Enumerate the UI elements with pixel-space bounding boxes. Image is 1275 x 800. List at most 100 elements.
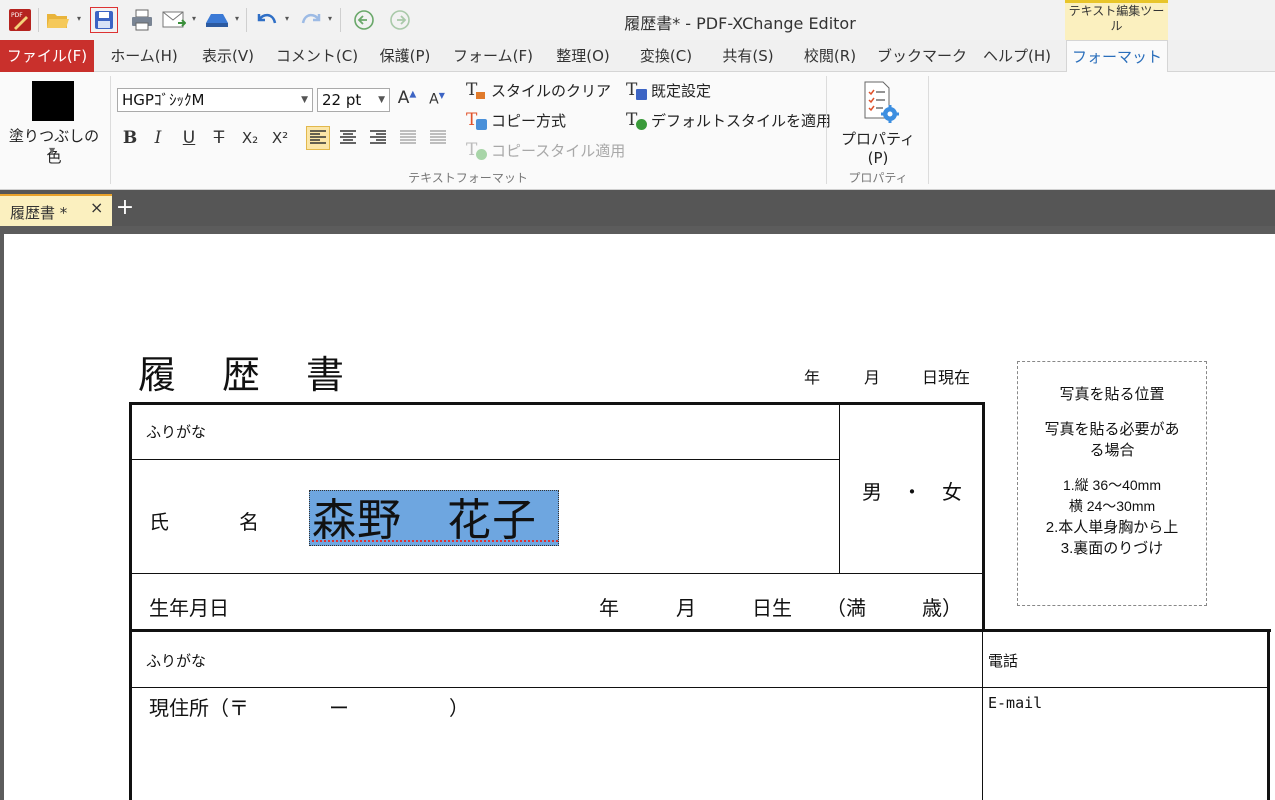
scan-icon[interactable] — [202, 7, 232, 33]
underline-button[interactable]: U — [177, 126, 201, 150]
copy-style-apply-button[interactable]: T コピースタイル適用 — [466, 138, 625, 162]
tab-file[interactable]: ファイル(F) — [0, 40, 94, 72]
forward-icon[interactable] — [386, 7, 414, 33]
superscript-button[interactable]: X² — [268, 126, 292, 150]
back-icon[interactable] — [350, 7, 378, 33]
copy-method-button[interactable]: T コピー方式 — [466, 108, 566, 132]
subscript-button[interactable]: X₂ — [238, 126, 262, 150]
date-month-label: 月 — [864, 368, 881, 387]
window-title: 履歴書* - PDF-XChange Editor — [624, 14, 856, 33]
furigana-label: ふりがな — [146, 423, 207, 441]
apply-default-style-icon: T — [626, 110, 648, 130]
chevron-down-icon[interactable]: ▾ — [235, 15, 241, 23]
ribbon-separator — [826, 76, 827, 184]
print-icon[interactable] — [128, 7, 156, 33]
photo-rule-width: 横 24～30mm — [1068, 498, 1156, 514]
grow-font-button[interactable]: A▲ — [396, 88, 418, 110]
tab-format[interactable]: フォーマット — [1066, 40, 1168, 73]
arrow-up-icon: ▲ — [409, 89, 417, 100]
phone-label: 電話 — [988, 652, 1019, 670]
page-title: 履 歴 書 — [138, 353, 349, 397]
tab-help[interactable]: ヘルプ(H) — [976, 40, 1058, 72]
arrow-down-icon: ▼ — [438, 91, 445, 100]
justify-button[interactable] — [396, 126, 420, 150]
clear-style-icon: T — [466, 80, 488, 100]
align-center-icon — [340, 130, 356, 144]
align-right-button[interactable] — [366, 126, 390, 150]
copy-style-apply-label: コピースタイル適用 — [491, 141, 626, 160]
font-size-select[interactable]: 22 pt ▼ — [317, 88, 390, 112]
photo-rule-glue: 3.裏面のりづけ — [1060, 540, 1164, 557]
chevron-down-icon[interactable]: ▼ — [49, 146, 55, 155]
save-icon[interactable] — [90, 7, 118, 33]
properties-button[interactable]: プロパティ(P) — [832, 76, 924, 167]
age-close-label: 歳） — [922, 596, 962, 620]
open-folder-icon[interactable] — [44, 7, 72, 33]
tab-convert[interactable]: 変換(C) — [628, 40, 704, 72]
chevron-down-icon[interactable]: ▾ — [192, 15, 198, 23]
tab-comment[interactable]: コメント(C) — [272, 40, 362, 72]
tab-view[interactable]: 表示(V) — [190, 40, 266, 72]
table-divider — [982, 631, 983, 800]
chevron-down-icon[interactable]: ▾ — [77, 15, 83, 23]
fill-color-swatch[interactable] — [32, 81, 74, 121]
photo-note-line2: る場合 — [1089, 442, 1135, 459]
menu-bar: ファイル(F) ホーム(H) 表示(V) コメント(C) 保護(P) フォーム(… — [0, 40, 1275, 73]
tab-share[interactable]: 共有(S) — [710, 40, 786, 72]
apply-default-style-button[interactable]: T デフォルトスタイルを適用 — [626, 108, 831, 132]
clear-style-button[interactable]: T スタイルのクリア — [466, 78, 611, 102]
name-label-second: 名 — [239, 510, 259, 534]
bold-button[interactable]: B — [118, 126, 142, 150]
document-viewer[interactable]: 履 歴 書 年 月 日現在 ふりがな 氏 名 男 ・ 女 生年月日 年 月 日生… — [0, 226, 1275, 800]
app-logo-icon[interactable]: PDF — [7, 7, 33, 33]
photo-title: 写真を貼る位置 — [1059, 386, 1165, 403]
context-tool-group: テキスト編集ツール — [1065, 0, 1168, 40]
close-icon[interactable]: × — [90, 198, 103, 217]
document-tab[interactable]: 履歴書 * × — [0, 194, 112, 226]
align-center-button[interactable] — [336, 126, 360, 150]
toolbar-separator — [38, 8, 39, 32]
copy-method-icon: T — [466, 110, 488, 130]
birth-date-label: 生年月日 — [149, 596, 229, 620]
properties-label: プロパティ(P) — [840, 130, 916, 167]
ribbon-separator — [928, 76, 929, 184]
email-label: E-mail — [988, 694, 1043, 712]
font-name-value: HGPｺﾞｼｯｸM — [122, 91, 205, 109]
tab-review[interactable]: 校閲(R) — [792, 40, 868, 72]
default-setting-label: 既定設定 — [651, 81, 712, 100]
redo-icon[interactable] — [296, 7, 326, 33]
svg-text:PDF: PDF — [11, 12, 23, 19]
tab-form[interactable]: フォーム(F) — [448, 40, 538, 72]
table-border — [129, 402, 132, 800]
font-name-select[interactable]: HGPｺﾞｼｯｸM ▼ — [117, 88, 313, 112]
chevron-down-icon[interactable]: ▾ — [328, 15, 334, 23]
new-tab-button[interactable]: + — [114, 196, 136, 222]
birth-year-label: 年 — [599, 596, 619, 620]
title-bar: PDF ▾ ▾ ▾ ▾ ▾ 履歴書* - PDF-XChange Editor … — [0, 0, 1275, 40]
date-year-label: 年 — [804, 368, 821, 387]
toolbar-separator — [246, 8, 247, 32]
table-border — [1267, 629, 1270, 800]
address-label: 現住所（〒 ー ） — [149, 696, 469, 720]
shrink-font-button[interactable]: A▼ — [426, 91, 448, 113]
chevron-down-icon[interactable]: ▾ — [285, 15, 291, 23]
tab-home[interactable]: ホーム(H) — [102, 40, 186, 72]
undo-icon[interactable] — [252, 7, 282, 33]
chevron-down-icon: ▼ — [301, 95, 308, 105]
tab-protect[interactable]: 保護(P) — [368, 40, 442, 72]
photo-rule-height: 1.縦 36～40mm — [1062, 477, 1162, 493]
justify-icon — [400, 130, 416, 144]
tab-organize[interactable]: 整理(O) — [544, 40, 622, 72]
align-left-button[interactable] — [306, 126, 330, 150]
table-border — [129, 629, 1271, 632]
font-size-value: 22 pt — [322, 91, 362, 109]
photo-note-line1: 写真を貼る必要があ — [1044, 421, 1180, 438]
justify-all-button[interactable] — [426, 126, 450, 150]
tab-bookmark[interactable]: ブックマーク — [874, 40, 970, 72]
email-icon[interactable] — [160, 7, 188, 33]
name-text-field[interactable]: 森野 花子 — [312, 484, 537, 548]
shrink-font-label: A — [429, 91, 439, 108]
default-setting-button[interactable]: T 既定設定 — [626, 78, 711, 102]
strikethrough-button[interactable]: T — [207, 126, 231, 150]
italic-button[interactable]: I — [146, 126, 170, 150]
